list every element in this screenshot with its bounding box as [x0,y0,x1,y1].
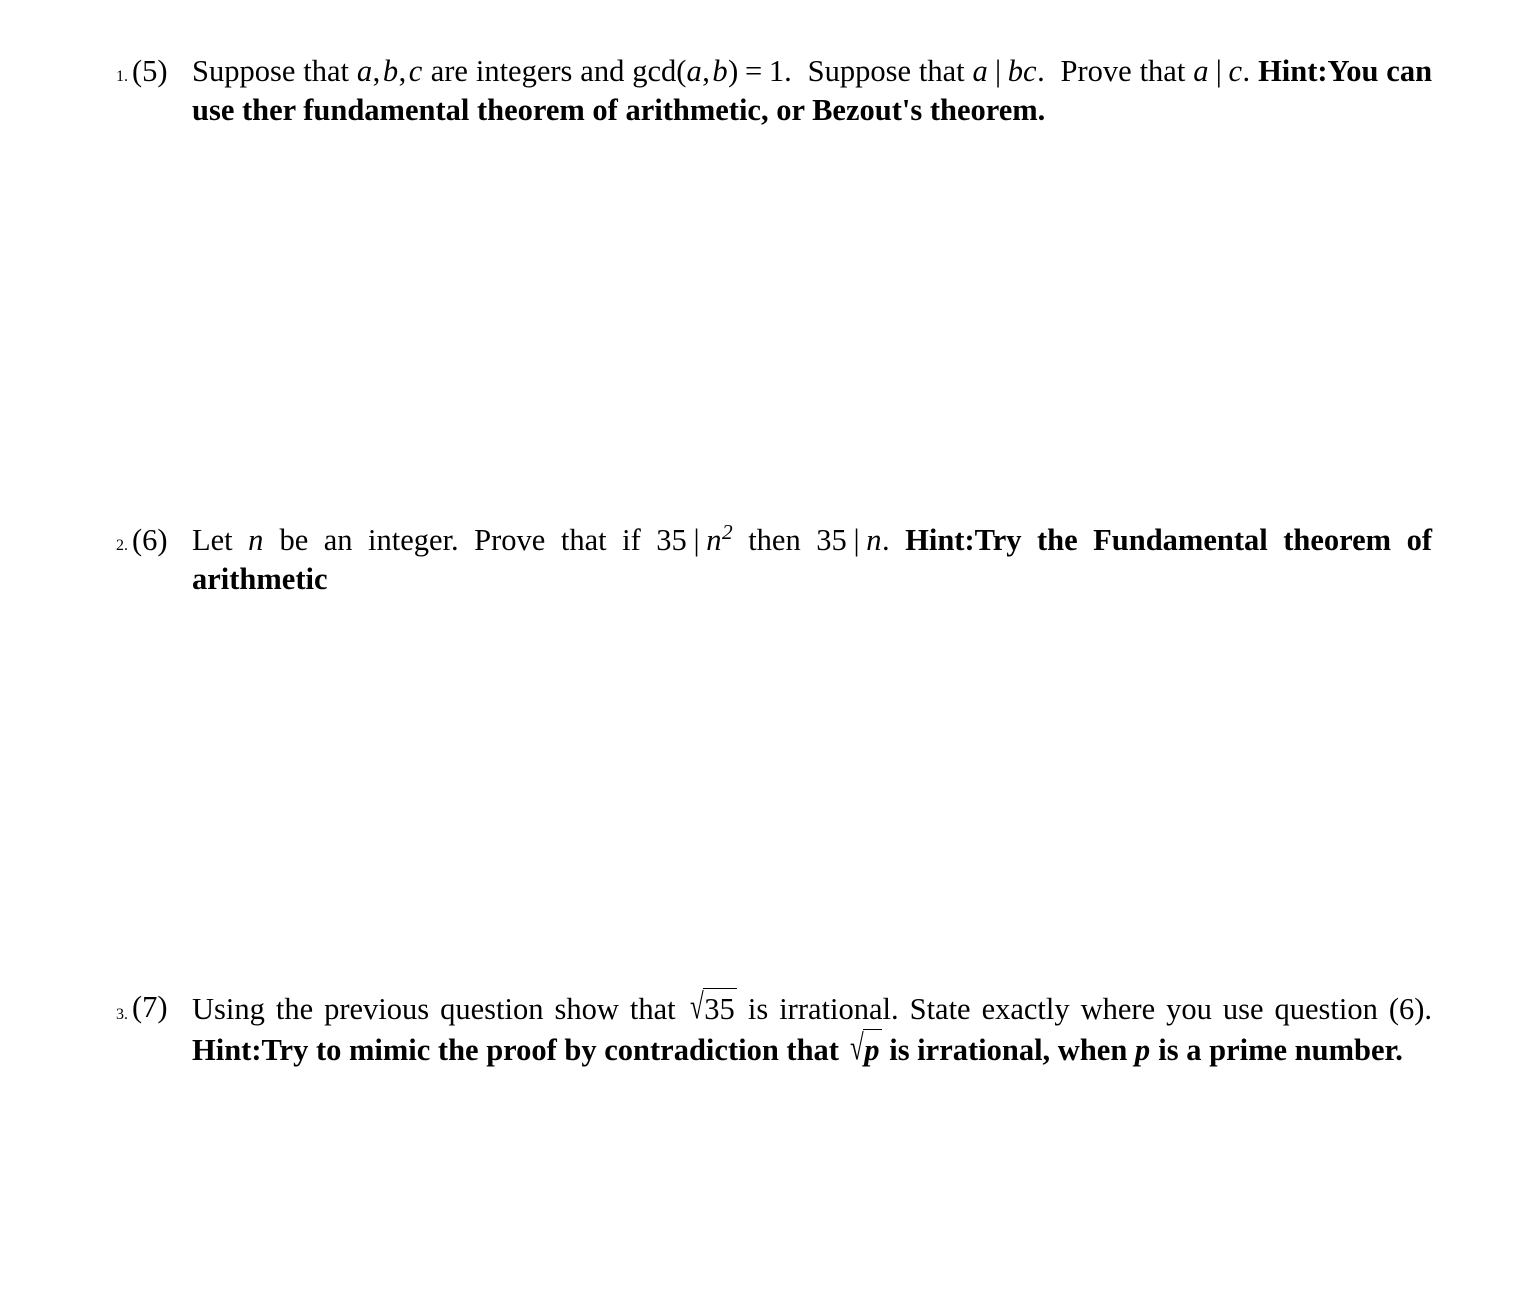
p6-var-n-target: n [866,523,882,557]
radical-sign-icon-2: √ [849,1027,864,1068]
p5-period-1: . [1037,54,1045,88]
p7-var-p: p [1134,1032,1151,1067]
sqrt-35-radicand: 35 [702,988,737,1029]
p5-gcd-comma: , [702,54,710,88]
p5-text-1: Suppose that [192,54,350,88]
p6-divides-bar-1: | [693,523,700,557]
p5-text-4: Prove that [1060,54,1186,88]
problem-item-6: (6) Let n be an integer. Prove that if 3… [132,521,1432,988]
p6-var-n-squared-base: n [706,523,722,557]
p5-equals-sign: = [745,54,763,88]
sqrt-35-expression: √35 [687,987,737,1029]
p7-hint-part-3: is a prime number. [1158,1032,1403,1067]
document-page: (5) Suppose that a, b, c are integers an… [0,0,1523,1315]
p7-text-1: Using the previous question show that [192,992,676,1027]
p5-var-c: c [408,54,423,88]
p5-divides-a2: a [1193,54,1209,88]
p7-hint-part-1: Hint:Try to mimic the proof by contradic… [192,1032,839,1067]
p5-divides-bar-1: | [994,54,1002,88]
p5-divides-bc: bc [1007,54,1037,88]
p5-gcd-arg-a: a [686,54,702,88]
problem-label-5: (5) [132,54,168,88]
p5-divides-c2: c [1228,54,1243,88]
p5-var-b: b [382,54,399,88]
p5-divides-a: a [972,54,988,88]
answer-space-6 [192,598,1432,988]
p5-comma-2: , [398,54,407,88]
p6-text-3: then [748,523,801,557]
p5-period-2: . [1242,54,1251,88]
p6-divides-bar-2: | [853,523,860,557]
answer-space-5 [192,129,1432,521]
p5-gcd-open-paren: ( [676,54,687,88]
p6-number-35-second: 35 [816,523,847,557]
p6-text-1: Let [192,523,233,557]
problem-label-7: (7) [132,990,168,1024]
p5-var-a: a [356,54,373,88]
problem-item-7: (7) Using the previous question show tha… [132,987,1433,1070]
problem-body-6: Let n be an integer. Prove that if 35 | n2… [192,521,1432,598]
problem-body-5: Suppose that a, b, c are integers and gc… [192,52,1432,129]
p7-hint-part-2: is irrational, when [889,1032,1128,1067]
p6-var-n: n [248,523,264,557]
problem-label-6: (6) [132,523,168,557]
problem-body-7: Using the previous question show that √3… [192,987,1433,1070]
p5-gcd-arg-b: b [712,54,728,88]
sqrt-p-radicand: p [862,1028,882,1070]
problem-item-5: (5) Suppose that a, b, c are integers an… [132,52,1432,521]
sqrt-p-expression: √p [847,1027,882,1070]
problem-list: (5) Suppose that a, b, c are integers an… [92,52,1432,1069]
p6-number-35-first: 35 [656,523,687,557]
radical-sign-icon: √ [689,986,704,1027]
p6-period: . [882,523,890,557]
p5-text-2: are integers and [430,54,625,88]
p5-gcd-close-paren: ) [728,54,739,88]
p5-gcd-value: 1. [768,54,792,88]
p5-divides-bar-2: | [1215,54,1222,88]
p5-text-3: Suppose that [807,54,965,88]
p5-gcd-name: gcd [632,54,677,88]
p7-text-2: is irrational. State exactly where you u… [747,992,1433,1027]
p5-comma-1: , [372,54,381,88]
p6-exponent-2: 2 [722,519,733,544]
p6-text-2: be an integer. Prove that if [279,523,641,557]
